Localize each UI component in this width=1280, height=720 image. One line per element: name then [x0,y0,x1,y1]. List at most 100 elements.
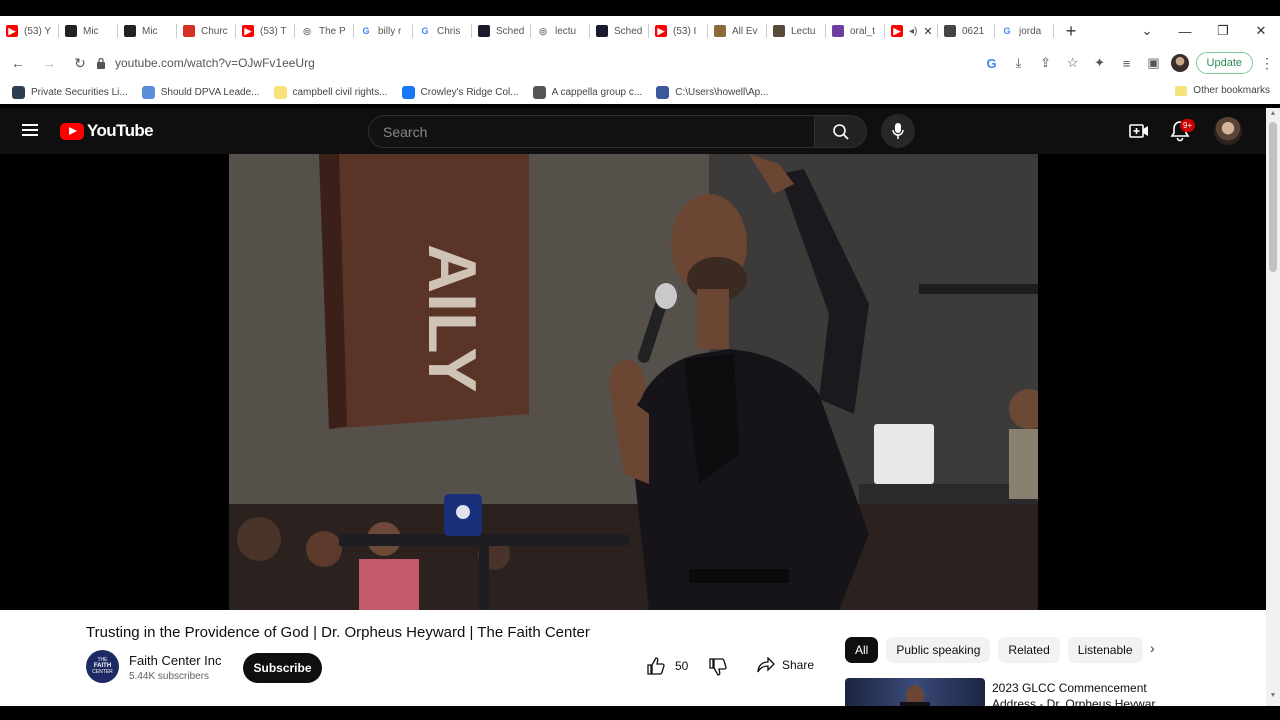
chip-related[interactable]: Related [998,637,1060,663]
browser-tab-label: 0621 [962,25,985,37]
browser-tab-strip: ▶ (53) Y Mic Mic Churc ▶ (53) T ◎ The P Gbilly rG… [0,16,1280,46]
browser-tab[interactable]: ◎ The P [295,16,353,46]
recommendation-thumbnail-image [900,685,930,706]
menu-icon[interactable] [22,124,38,136]
account-avatar[interactable] [1214,117,1242,145]
browser-tab[interactable]: Gbilly r [354,16,412,46]
search-input[interactable]: Search [368,115,815,148]
bookmarks-bar: Private Securities Li... Should DPVA Lead… [0,80,1280,104]
browser-tab-label: Lectu [791,25,816,37]
browser-tab[interactable]: Sched [472,16,530,46]
browser-tab[interactable]: Mic [59,16,117,46]
browser-tab-label: Sched [496,25,524,37]
browser-menu-icon[interactable]: ⋮ [1260,55,1274,72]
browser-tab[interactable]: Sched [590,16,648,46]
browser-tab[interactable]: ▶ ◂) ✕ [885,16,937,46]
browser-tab[interactable]: 0621 [938,16,994,46]
browser-tab[interactable]: Gjorda [995,16,1053,46]
browser-tab[interactable]: ◎ lectu [531,16,589,46]
browser-tab[interactable]: All Ev [708,16,766,46]
microphone-icon [892,123,904,139]
like-button[interactable]: 50 [647,657,688,675]
channel-avatar-text: CENTER [92,668,113,675]
mic-brand-icon [65,25,77,37]
close-tab-icon[interactable]: ✕ [923,25,932,38]
subscribe-button[interactable]: Subscribe [243,653,322,683]
extensions-icon[interactable]: ✦ [1090,55,1110,71]
back-icon[interactable]: ← [5,55,31,71]
scroll-down-icon[interactable]: ▼ [1266,692,1280,699]
bookmark-item[interactable]: Crowley's Ridge Col... [401,85,519,99]
search-button[interactable] [815,115,867,148]
browser-tab[interactable]: ▶ (53) T [236,16,294,46]
recommendation-thumbnail[interactable] [845,678,985,706]
video-frame[interactable]: AILY [229,154,1038,610]
reload-icon[interactable]: ↻ [67,55,93,72]
browser-tab[interactable]: oral_t [826,16,884,46]
bookmark-label: C:\Users\howell\Ap... [675,86,769,98]
minimize-icon[interactable]: — [1166,24,1204,39]
forward-icon[interactable]: → [36,55,62,71]
chip-public-speaking[interactable]: Public speaking [886,637,991,663]
side-panel-icon[interactable]: ▣ [1144,55,1164,71]
youtube-logo[interactable]: YouTube [60,121,154,141]
channel-avatar[interactable]: THE FAITH CENTER [86,650,119,683]
bookmark-star-icon[interactable]: ☆ [1063,55,1083,71]
banner-text: AILY [414,244,490,393]
bookmark-favicon-icon [656,85,670,99]
schedule-icon [478,25,490,37]
video-player[interactable]: AILY [0,154,1266,610]
globe-icon: ◎ [539,25,547,36]
profile-avatar[interactable] [1170,54,1189,72]
create-video-icon[interactable] [1129,121,1149,141]
restore-icon[interactable]: ❐ [1204,23,1242,39]
video-title: Trusting in the Providence of God | Dr. … [86,624,590,641]
thumbs-up-icon [647,657,665,675]
browser-tab[interactable]: ▶ (53) Y [0,16,58,46]
google-lens-icon[interactable]: G [982,56,1002,71]
bookmark-item[interactable]: Should DPVA Leade... [141,85,260,99]
bookmark-item[interactable]: Private Securities Li... [12,85,128,99]
browser-tab-label: jorda [1019,25,1042,37]
youtube-play-icon [60,122,84,140]
chevron-right-icon[interactable]: › [1150,640,1155,656]
chip-all[interactable]: All [845,637,879,663]
media-control-icon[interactable]: ≡ [1117,56,1137,71]
share-arrow-icon [757,657,775,673]
browser-tab-label: (53) Y [24,25,52,37]
schedule-icon [596,25,608,37]
bookmark-item[interactable]: C:\Users\howell\Ap... [656,85,769,99]
screen-bottom-border [0,706,1280,720]
omnibox[interactable]: youtube.com/watch?v=OJwFv1eeUrg [96,52,315,74]
bookmark-label: Should DPVA Leade... [160,86,260,98]
browser-tab-label: oral_t [850,25,876,37]
bookmark-item[interactable]: campbell civil rights... [273,85,388,99]
close-window-icon[interactable]: ✕ [1242,23,1280,39]
browser-tab[interactable]: Lectu [767,16,825,46]
share-button[interactable]: Share [757,657,814,673]
channel-name[interactable]: Faith Center Inc [129,653,222,668]
tab-search-icon[interactable]: ⌄ [1128,23,1166,39]
voice-search-button[interactable] [881,114,915,148]
browser-tab[interactable]: Mic [118,16,176,46]
chip-listenable[interactable]: Listenable [1067,637,1143,663]
browser-tab-label: (53) T [260,25,287,37]
bookmark-item[interactable]: A cappella group c... [532,85,642,99]
audio-playing-icon[interactable]: ◂) [909,26,917,37]
browser-tab-label: billy r [378,25,402,37]
new-tab-icon[interactable]: + [1060,21,1082,42]
bookmark-favicon-icon [141,85,155,99]
scroll-up-icon[interactable]: ▲ [1266,110,1280,117]
install-icon[interactable]: ⤓ [1009,55,1029,71]
browser-tab[interactable]: G Chris [413,16,471,46]
scrollbar-thumb[interactable] [1269,122,1277,272]
update-button[interactable]: Update [1195,52,1253,74]
thumbs-down-icon[interactable] [709,658,727,676]
page-scrollbar[interactable]: ▲ ▼ [1266,108,1280,706]
browser-tab[interactable]: Churc [177,16,235,46]
browser-tab[interactable]: ▶ (53) I [649,16,707,46]
folder-icon [1175,85,1188,96]
other-bookmarks[interactable]: Other bookmarks [1175,85,1270,96]
share-page-icon[interactable]: ⇪ [1036,55,1056,71]
browser-tab-label: (53) I [673,25,697,37]
